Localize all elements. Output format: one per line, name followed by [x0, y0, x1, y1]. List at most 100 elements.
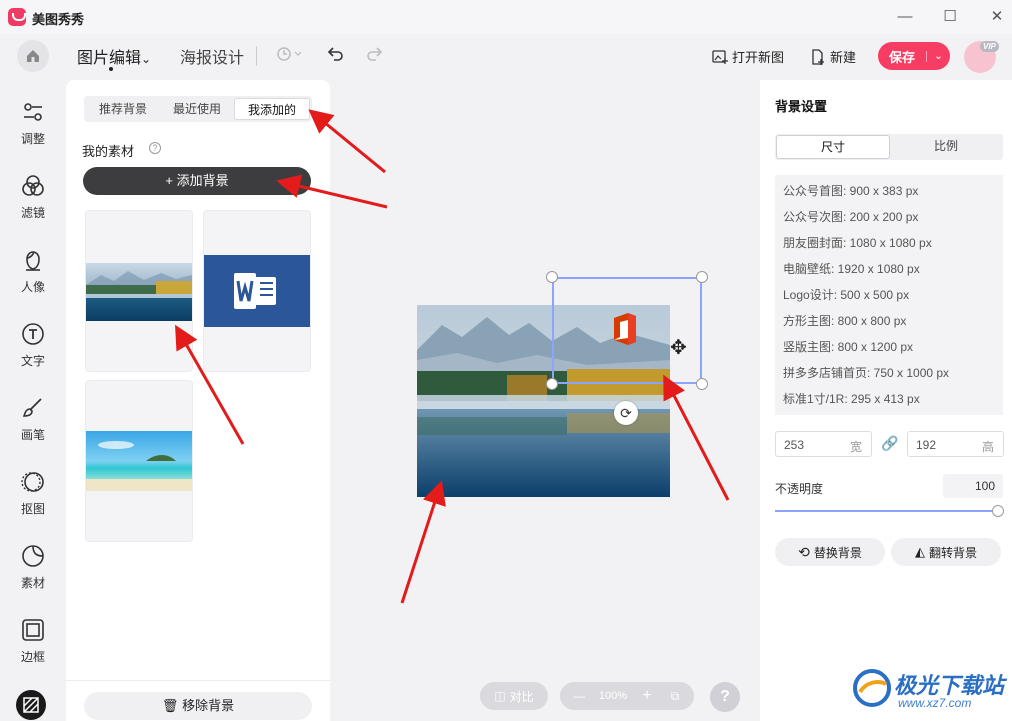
active-tab-indicator — [109, 67, 113, 71]
minimize-button[interactable]: — — [890, 6, 920, 28]
opacity-value[interactable]: 100 — [943, 474, 1003, 498]
size-preset[interactable]: 公众号次图: 200 x 200 px — [783, 208, 918, 225]
open-new-image-button[interactable]: 打开新图 — [712, 47, 784, 66]
compare-icon: ◫ — [494, 689, 506, 703]
tab-ratio[interactable]: 比例 — [890, 135, 1002, 159]
redo-icon[interactable] — [366, 45, 384, 68]
word-document-icon — [204, 255, 310, 327]
material-thumb-word[interactable] — [203, 210, 311, 372]
resize-handle-bottom-left[interactable] — [546, 378, 558, 390]
rail-item-frame[interactable]: 边框 — [0, 618, 66, 665]
site-watermark: 极光下载站 www.xz7.com — [852, 664, 1008, 716]
rail-item-portrait[interactable]: 人像 — [0, 248, 66, 295]
size-preset[interactable]: Logo设计: 500 x 500 px — [783, 286, 909, 303]
new-file-icon — [812, 48, 824, 65]
material-thumb-beach[interactable] — [85, 380, 193, 542]
add-background-button[interactable]: + 添加背景 — [83, 167, 311, 195]
zoom-in-button[interactable]: + — [633, 687, 661, 705]
trash-icon: 🗑 — [161, 698, 179, 713]
resize-handle-top-right[interactable] — [696, 271, 708, 283]
zoom-controls: — 100% + ⧉ — [560, 682, 694, 710]
vip-badge: VIP — [980, 41, 999, 52]
flip-background-button[interactable]: ◭ 翻转背景 — [891, 538, 1001, 566]
rail-item-cutout[interactable]: 抠图 — [0, 470, 66, 517]
compare-label: 对比 — [509, 689, 534, 704]
help-button[interactable]: ? — [710, 682, 740, 712]
size-ratio-tabs: 尺寸 比例 — [775, 134, 1003, 160]
size-preset[interactable]: 竖版主图: 800 x 1200 px — [783, 338, 913, 355]
opacity-label: 不透明度 — [775, 482, 824, 496]
maximize-button[interactable]: ☐ — [935, 6, 965, 28]
home-icon — [27, 50, 39, 62]
width-field[interactable]: 253 宽 — [775, 431, 872, 457]
height-unit: 高 — [981, 440, 994, 454]
canvas-area[interactable]: ✥ ⟳ ◫ 对比 — 100% + ⧉ ? — [330, 80, 760, 721]
height-value: 192 — [916, 438, 937, 452]
material-thumb-lake[interactable] — [85, 210, 193, 372]
fit-screen-icon[interactable]: ⧉ — [661, 689, 689, 704]
rail-item-adjust[interactable]: 调整 — [0, 100, 66, 147]
opacity-slider-thumb[interactable] — [992, 505, 1004, 517]
selection-box[interactable] — [552, 277, 702, 384]
rail-item-stickers[interactable]: 素材 — [0, 544, 66, 591]
text-icon — [22, 323, 44, 345]
open-new-image-label: 打开新图 — [732, 50, 785, 65]
height-field[interactable]: 192 高 — [907, 431, 1004, 457]
remove-background-label: 移除背景 — [182, 698, 235, 713]
move-cursor-icon: ✥ — [670, 337, 687, 359]
tab-poster-design[interactable]: 海报设计 — [180, 44, 244, 68]
size-preset[interactable]: 标准1寸/1R: 295 x 413 px — [783, 390, 920, 407]
tool-rail: 调整 滤镜 人像 文字 画笔 抠图 素材 边框 — [0, 80, 66, 721]
image-add-icon — [712, 49, 728, 64]
pattern-icon[interactable] — [16, 690, 46, 720]
app-logo-icon — [8, 8, 26, 26]
size-preset[interactable]: 方形主图: 800 x 800 px — [783, 312, 906, 329]
resize-handle-bottom-right[interactable] — [696, 378, 708, 390]
home-button[interactable] — [17, 40, 49, 72]
panel-title: 背景设置 — [775, 99, 828, 114]
background-settings-panel: 背景设置 尺寸 比例 公众号首图: 900 x 383 px 公众号次图: 20… — [760, 80, 1012, 721]
resize-handle-top-left[interactable] — [546, 271, 558, 283]
frame-icon — [22, 619, 44, 641]
tab-image-edit-label: 图片编辑 — [77, 50, 142, 67]
link-icon[interactable]: 🔗 — [881, 435, 898, 452]
size-preset[interactable]: 朋友圈封面: 1080 x 1080 px — [783, 234, 932, 251]
top-toolbar: 图片编辑⌄ 海报设计 打开新图 新建 保存 ⌄ VIP — [0, 34, 1012, 80]
replace-background-label: 替换背景 — [813, 545, 862, 560]
remove-background-button[interactable]: 🗑 移除背景 — [84, 692, 312, 720]
size-preset[interactable]: 拼多多店铺首页: 750 x 1000 px — [783, 364, 949, 381]
close-button[interactable]: ✕ — [982, 6, 1012, 28]
rail-item-brush[interactable]: 画笔 — [0, 396, 66, 443]
save-dropdown-icon[interactable]: ⌄ — [926, 50, 950, 62]
tab-image-edit[interactable]: 图片编辑⌄ — [77, 44, 151, 68]
size-preset[interactable]: 电脑壁纸: 1920 x 1080 px — [783, 260, 920, 277]
tab-recent[interactable]: 最近使用 — [160, 98, 234, 120]
filter-icon — [22, 175, 44, 196]
chevron-down-icon: ⌄ — [141, 52, 152, 66]
panel-divider — [66, 680, 330, 681]
zoom-out-button[interactable]: — — [565, 689, 593, 703]
replace-background-button[interactable]: ⟲ 替换背景 — [775, 538, 885, 566]
tab-my-added[interactable]: 我添加的 — [234, 98, 310, 120]
rail-label: 人像 — [20, 280, 45, 294]
rotate-icon[interactable]: ⟳ — [614, 401, 638, 425]
tab-size[interactable]: 尺寸 — [776, 135, 890, 159]
undo-icon[interactable] — [326, 45, 344, 68]
opacity-slider[interactable] — [775, 510, 997, 512]
rail-item-filter[interactable]: 滤镜 — [0, 174, 66, 221]
size-preset[interactable]: 公众号首图: 900 x 383 px — [783, 182, 918, 199]
new-button[interactable]: 新建 — [810, 47, 856, 66]
history-icon[interactable] — [276, 45, 302, 68]
rail-item-text[interactable]: 文字 — [0, 322, 66, 369]
sticker-icon — [22, 545, 44, 567]
rail-label: 素材 — [20, 576, 45, 590]
refresh-icon: ⟲ — [798, 543, 810, 560]
compare-button[interactable]: ◫ 对比 — [480, 682, 548, 710]
help-icon[interactable]: ? — [149, 142, 161, 154]
tab-recommended[interactable]: 推荐背景 — [86, 98, 160, 120]
rail-label: 边框 — [20, 650, 45, 664]
zoom-level: 100% — [598, 690, 628, 702]
save-button[interactable]: 保存 ⌄ — [878, 42, 950, 70]
background-panel: 推荐背景 最近使用 我添加的 我的素材 ? + 添加背景 🗑 移除背景 — [66, 80, 330, 721]
save-label: 保存 — [888, 49, 915, 65]
